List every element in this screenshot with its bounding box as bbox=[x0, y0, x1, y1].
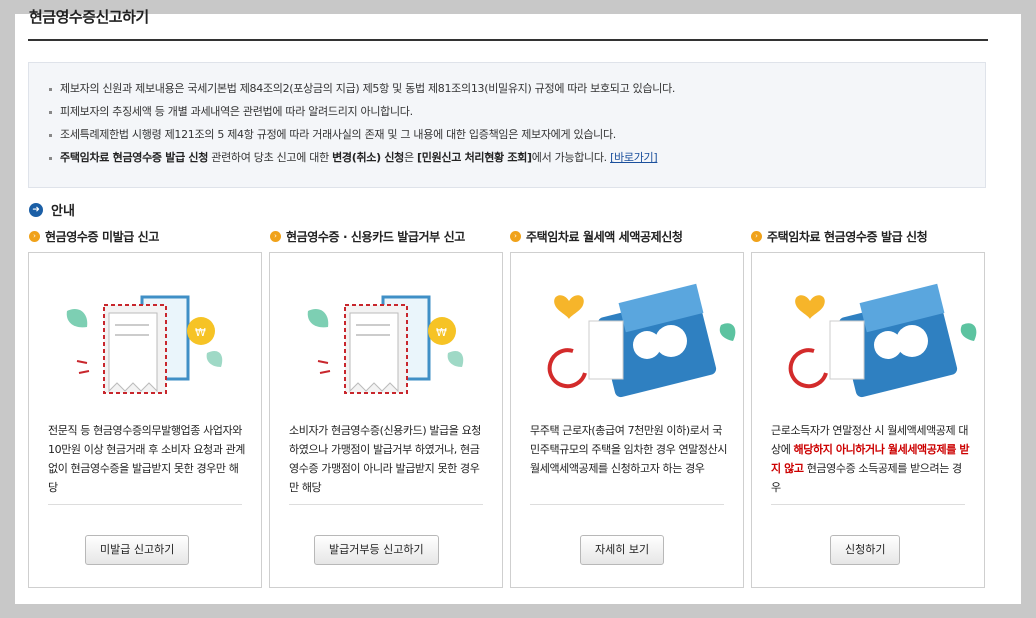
notice-text: 에서 가능합니다. bbox=[531, 151, 611, 164]
svg-text:₩: ₩ bbox=[195, 326, 206, 339]
card-divider bbox=[771, 504, 965, 505]
details-button[interactable]: 자세히 보기 bbox=[580, 535, 665, 565]
card-heading: › 주택임차료 현금영수증 발급 신청 bbox=[751, 228, 928, 245]
notice-text: 관련하여 당초 신고에 대한 bbox=[208, 151, 333, 164]
notice-item: 피제보자의 추징세액 등 개별 과세내역은 관련법에 따라 알려드리지 아니합니… bbox=[49, 100, 985, 123]
card-divider bbox=[530, 504, 724, 505]
card-rent-receipt-request: 근로소득자가 연말정산 시 월세액세액공제 대상에 해당하지 아니하거나 월세세… bbox=[751, 252, 985, 588]
chevron-right-icon: › bbox=[751, 231, 762, 242]
bullet-icon bbox=[49, 110, 52, 114]
bullet-icon bbox=[49, 87, 52, 91]
notice-text: 은 bbox=[404, 151, 418, 164]
house-wallet-illustration bbox=[547, 283, 736, 398]
notice-item: 제보자의 신원과 제보내용은 국세기본법 제84조의2(포상금의 지급) 제5항… bbox=[49, 77, 985, 100]
bullet-icon bbox=[49, 133, 52, 137]
notice-bold: 변경(취소) 신청 bbox=[332, 151, 404, 164]
title-divider bbox=[28, 39, 988, 41]
card-heading: › 현금영수증 미발급 신고 bbox=[29, 228, 159, 245]
page-container: 현금영수증신고하기 제보자의 신원과 제보내용은 국세기본법 제84조의2(포상… bbox=[15, 8, 1021, 604]
card-description: 근로소득자가 연말정산 시 월세액세액공제 대상에 해당하지 아니하거나 월세세… bbox=[771, 421, 971, 497]
notice-bold: 주택임차료 현금영수증 발급 신청 bbox=[60, 151, 209, 164]
card-divider bbox=[48, 504, 242, 505]
card-title: 현금영수증 미발급 신고 bbox=[45, 230, 159, 244]
chevron-right-icon: › bbox=[29, 231, 40, 242]
notice-item: 조세특례제한법 시행령 제121조의 5 제4항 규정에 따라 거래사실의 존재… bbox=[49, 123, 985, 146]
card-description: 전문직 등 현금영수증의무발행업종 사업자와 10만원 이상 현금거래 후 소비… bbox=[48, 424, 246, 494]
card-description: 무주택 근로자(총급여 7천만원 이하)로서 국민주택규모의 주택을 임차한 경… bbox=[530, 424, 728, 475]
receipt-illustration: ₩ bbox=[66, 295, 223, 394]
guide-label: 안내 bbox=[51, 204, 75, 219]
card-title: 현금영수증 · 신용카드 발급거부 신고 bbox=[286, 230, 465, 244]
receipt-illustration: ₩ bbox=[307, 295, 464, 394]
apply-button[interactable]: 신청하기 bbox=[830, 535, 901, 565]
notice-bold: [민원신고 처리현황 조회] bbox=[417, 151, 532, 164]
card-rent-tax-credit: 무주택 근로자(총급여 7천만원 이하)로서 국민주택규모의 주택을 임차한 경… bbox=[510, 252, 744, 588]
guide-heading: ➜ 안내 bbox=[29, 200, 75, 219]
notice-text: 조세특례제한법 시행령 제121조의 5 제4항 규정에 따라 거래사실의 존재… bbox=[60, 128, 616, 141]
card-title: 주택임차료 현금영수증 발급 신청 bbox=[767, 230, 928, 244]
chevron-right-icon: › bbox=[510, 231, 521, 242]
card-heading: › 주택임차료 월세액 세액공제신청 bbox=[510, 228, 683, 245]
card-description: 소비자가 현금영수증(신용카드) 발급을 요청하였으나 가맹점이 발급거부 하였… bbox=[289, 424, 482, 494]
refusal-report-button[interactable]: 발급거부등 신고하기 bbox=[314, 535, 439, 565]
shortcut-link[interactable]: [바로가기] bbox=[610, 151, 658, 164]
notice-text: 제보자의 신원과 제보내용은 국세기본법 제84조의2(포상금의 지급) 제5항… bbox=[60, 82, 676, 95]
card-heading: › 현금영수증 · 신용카드 발급거부 신고 bbox=[270, 228, 465, 245]
bullet-icon bbox=[49, 156, 52, 160]
house-wallet-illustration bbox=[788, 283, 977, 398]
card-refusal-report: ₩ 소비자가 현금영수증(신용카드) 발급을 요청하였으나 가맹점이 발급거부 … bbox=[269, 252, 503, 588]
chevron-right-icon: › bbox=[270, 231, 281, 242]
notice-box: 제보자의 신원과 제보내용은 국세기본법 제84조의2(포상금의 지급) 제5항… bbox=[28, 62, 986, 188]
svg-text:₩: ₩ bbox=[436, 326, 447, 339]
arrow-right-icon: ➜ bbox=[29, 202, 43, 217]
card-unissued-report: ₩ 전문직 등 현금영수증의무발행업종 사업자와 10만원 이상 현금거래 후 … bbox=[28, 252, 262, 588]
page-title: 현금영수증신고하기 bbox=[29, 8, 149, 26]
card-divider bbox=[289, 504, 483, 505]
card-title: 주택임차료 월세액 세액공제신청 bbox=[526, 230, 683, 244]
unissued-report-button[interactable]: 미발급 신고하기 bbox=[85, 535, 190, 565]
notice-text: 피제보자의 추징세액 등 개별 과세내역은 관련법에 따라 알려드리지 아니합니… bbox=[60, 105, 413, 118]
notice-item: 주택임차료 현금영수증 발급 신청 관련하여 당초 신고에 대한 변경(취소) … bbox=[49, 146, 985, 169]
